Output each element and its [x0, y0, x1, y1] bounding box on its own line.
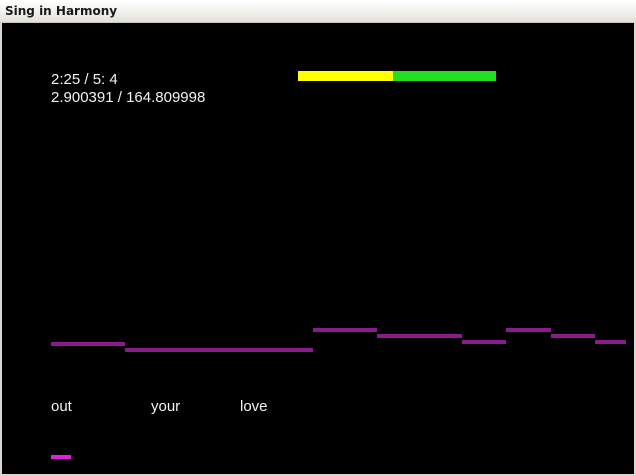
note-bar: [313, 328, 377, 332]
pitch-marker: [51, 455, 71, 459]
title-bar[interactable]: Sing in Harmony: [0, 0, 636, 23]
note-bar: [125, 348, 313, 352]
lyric-word: your: [151, 398, 181, 415]
window-frame-left: [0, 23, 2, 476]
progress-bar-yellow: [298, 71, 393, 81]
progress-bar-green: [393, 71, 496, 81]
note-bar: [506, 328, 551, 332]
game-window: Sing in Harmony 2:25 / 5: 4 2.900391 / 1…: [0, 0, 636, 476]
time-readout: 2:25 / 5: 4: [51, 71, 118, 88]
position-readout: 2.900391 / 164.809998: [51, 89, 206, 106]
note-bar: [377, 334, 462, 338]
note-bar: [462, 340, 506, 344]
window-title: Sing in Harmony: [5, 4, 118, 18]
lyric-word: out: [51, 398, 72, 415]
note-bar: [595, 340, 626, 344]
lyric-word: love: [240, 398, 268, 415]
note-bar: [51, 342, 125, 346]
note-bar: [551, 334, 595, 338]
